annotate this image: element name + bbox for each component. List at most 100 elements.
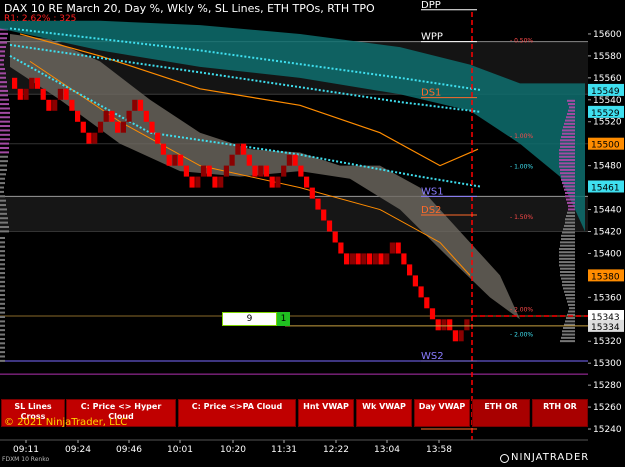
tpo-profile-bar — [565, 191, 575, 194]
tpo-profile-bar — [568, 103, 575, 106]
renko-brick — [447, 319, 453, 331]
price-tick-label: 15300 — [593, 359, 622, 369]
rth-or-button[interactable]: RTH OR — [532, 399, 588, 427]
tpo-profile-bar — [563, 228, 575, 231]
price-pa-cloud-button[interactable]: C: Price <>PA Cloud — [178, 399, 296, 427]
renko-brick — [92, 132, 98, 144]
tpo-profile-bar — [563, 287, 575, 290]
pivot-label-ds2: DS2 — [421, 205, 441, 216]
tpo-profile-bar — [561, 336, 575, 339]
tpo-profile-bar — [0, 212, 7, 215]
tpo-profile-bar — [0, 89, 8, 92]
pivot-label-wpp: WPP — [421, 32, 443, 43]
wk-vwap-button[interactable]: Wk VWAP — [356, 399, 412, 427]
renko-brick — [258, 165, 264, 177]
tpo-profile-bar — [0, 320, 5, 323]
tpo-profile-bar — [0, 37, 7, 40]
tpo-profile-bar — [568, 208, 575, 211]
pct-label: - 1.00% — [510, 133, 533, 140]
renko-brick — [80, 121, 86, 133]
renko-brick — [166, 154, 172, 166]
renko-brick — [304, 176, 310, 188]
renko-brick — [120, 121, 126, 133]
tpo-profile-bar — [559, 251, 575, 254]
renko-brick — [126, 110, 132, 122]
price-tick-label: 15240 — [593, 425, 622, 435]
renko-brick — [12, 77, 18, 89]
renko-brick — [401, 253, 407, 265]
renko-brick — [212, 176, 218, 188]
tpo-profile-bar — [0, 272, 5, 275]
tpo-profile-bar — [568, 310, 575, 313]
tpo-profile-bar — [563, 326, 575, 329]
day-vwap-button[interactable]: Day VWAP — [414, 399, 470, 427]
tpo-profile-bar — [560, 340, 575, 343]
tpo-profile-bar — [0, 346, 5, 349]
tpo-profile-bar — [0, 155, 8, 158]
tpo-profile-bar — [0, 208, 7, 211]
tpo-profile-bar — [565, 119, 575, 122]
price-chart[interactable]: DPPWPPDS1WS1DS2WS2DS3- 0.50%- 1.00%- 1.0… — [0, 0, 625, 467]
renko-brick — [75, 110, 81, 122]
renko-brick — [46, 99, 52, 111]
eth-or-button[interactable]: ETH OR — [472, 399, 530, 427]
tpo-profile-bar — [0, 254, 5, 257]
renko-brick — [441, 319, 447, 331]
renko-brick — [309, 187, 315, 199]
price-flag-label: 15529 — [591, 109, 620, 119]
renko-brick — [452, 330, 458, 342]
price-tick-label: 15360 — [593, 293, 622, 303]
tpo-profile-bar — [0, 199, 6, 202]
tpo-profile-bar — [0, 85, 7, 88]
renko-brick — [366, 253, 373, 265]
tpo-profile-bar — [559, 159, 575, 162]
tpo-profile-bar — [559, 162, 575, 165]
tpo-profile-bar — [0, 50, 5, 53]
renko-brick — [143, 110, 149, 122]
tpo-profile-bar — [0, 302, 5, 305]
renko-brick — [195, 176, 201, 188]
price-tick-label: 15280 — [593, 381, 622, 391]
time-tick-label: 13:04 — [374, 445, 400, 455]
tpo-profile-bar — [0, 230, 9, 233]
price-flag-label: 15380 — [591, 272, 620, 282]
tpo-profile-bar — [0, 236, 5, 239]
renko-brick — [349, 253, 355, 265]
hnt-vwap-button[interactable]: Hnt VWAP — [298, 399, 354, 427]
renko-brick — [86, 132, 92, 144]
renko-brick — [218, 176, 224, 188]
renko-brick — [69, 99, 75, 111]
tpo-profile-bar — [0, 160, 8, 163]
tpo-profile-bar — [0, 142, 9, 145]
tpo-profile-bar — [0, 241, 5, 244]
renko-brick — [200, 165, 207, 177]
renko-brick — [292, 154, 298, 166]
tpo-profile-bar — [560, 172, 575, 175]
renko-brick — [464, 319, 470, 331]
tpo-profile-bar — [0, 63, 4, 66]
tpo-profile-bar — [567, 201, 575, 204]
tpo-profile-bar — [568, 303, 575, 306]
tpo-profile-bar — [563, 185, 575, 188]
tpo-profile-bar — [0, 342, 5, 345]
tpo-profile-bar — [560, 274, 575, 277]
tpo-profile-bar — [0, 315, 5, 318]
tpo-profile-bar — [559, 261, 575, 264]
renko-brick — [315, 198, 321, 210]
tpo-profile-bar — [0, 324, 5, 327]
renko-brick — [189, 176, 195, 188]
price-flag-label: 15461 — [591, 183, 620, 193]
tpo-profile-bar — [0, 359, 5, 362]
tpo-profile-bar — [0, 333, 5, 336]
instrument-label: FDXM 10 Renko — [2, 456, 50, 463]
renko-bar-box: 1 — [277, 312, 290, 326]
pct-label: - 2.00% — [510, 306, 533, 313]
tpo-profile-bar — [560, 145, 575, 148]
price-flag-label: 15500 — [591, 141, 620, 151]
tpo-profile-bar — [566, 198, 575, 201]
tpo-profile-bar — [566, 317, 575, 320]
tpo-profile-bar — [567, 112, 575, 115]
tpo-profile-bar — [561, 175, 575, 178]
tpo-profile-bar — [0, 103, 9, 106]
tpo-profile-bar — [0, 329, 5, 332]
